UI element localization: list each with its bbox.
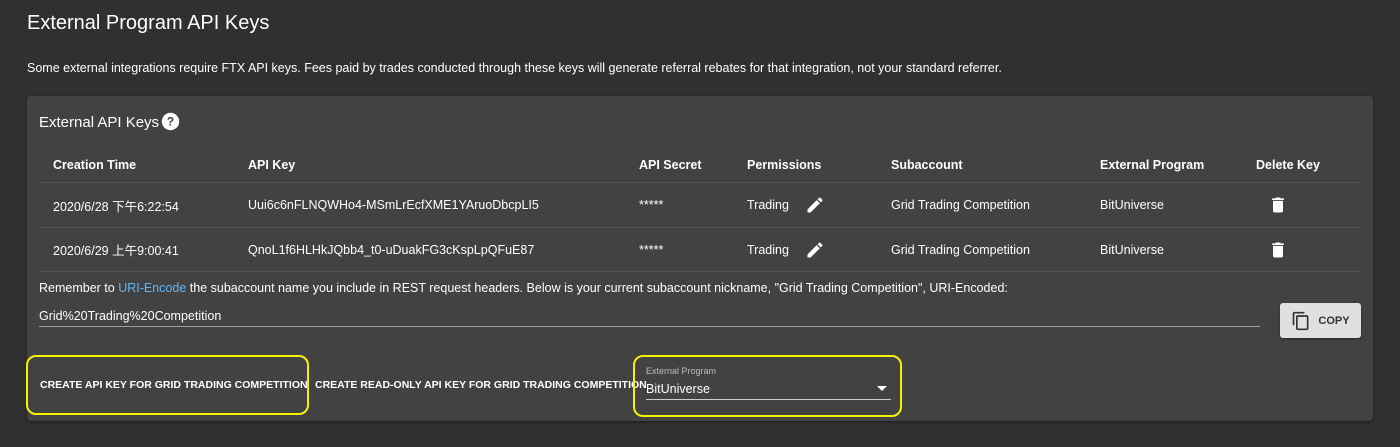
creation-time: 2020/6/29 上午9:00:41 [53,244,179,258]
external-program: BitUniverse [1100,198,1164,212]
help-circle-icon[interactable]: ? [161,112,180,131]
api-secret: ***** [639,242,664,257]
permissions: Trading [747,183,825,227]
delete-key-icon[interactable] [1268,195,1288,215]
page-intro: Some external integrations require FTX A… [27,61,1002,75]
table-row: 2020/6/29 上午9:00:41 QnoL1f6HLHkJQbb4_t0-… [40,227,1360,272]
svg-text:?: ? [167,114,174,128]
external-program-select[interactable]: BitUniverse [646,378,891,400]
column-header-delete-key: Delete Key [1256,158,1320,172]
uri-encode-link[interactable]: URI-Encode [118,281,186,295]
column-header-subaccount: Subaccount [891,158,963,172]
notice-prefix: Remember to [39,281,119,295]
subaccount: Grid Trading Competition [891,198,1030,212]
column-header-api-secret: API Secret [639,158,702,172]
column-header-permissions: Permissions [747,158,822,172]
api-secret: ***** [639,198,664,212]
delete-key-cell [1256,183,1288,227]
external-program: BitUniverse [1100,242,1164,257]
column-header-external-program: External Program [1100,158,1205,172]
notice-suffix: the subaccount name you include in REST … [186,281,1008,295]
api-key: QnoL1f6HLHkJQbb4_t0-uDuakFG3cKspLpQFuE87 [248,242,535,257]
create-api-key-button[interactable]: CREATE API KEY FOR GRID TRADING COMPETIT… [26,355,309,415]
table-row: 2020/6/28 下午6:22:54 Uui6c6nFLNQWHo4-MSmL… [40,182,1360,227]
permissions-label: Trading [747,242,789,257]
subaccount: Grid Trading Competition [891,242,1030,257]
creation-time: 2020/6/28 下午6:22:54 [53,199,179,214]
create-read-only-api-key-button[interactable]: CREATE READ-ONLY API KEY FOR GRID TRADIN… [315,355,647,415]
table-header: Creation Time API Key API Secret Permiss… [40,148,1360,182]
dropdown-arrow-icon [877,386,887,391]
delete-key-icon[interactable] [1268,240,1288,260]
edit-permissions-icon[interactable] [805,240,825,260]
permissions-label: Trading [747,198,789,212]
delete-key-cell [1256,228,1288,271]
uri-encode-notice: Remember to URI-Encode the subaccount na… [39,281,1008,295]
external-api-keys-card: External API Keys ? Creation Time API Ke… [26,96,1373,421]
copy-button[interactable]: COPY [1280,303,1361,338]
encoded-subaccount-field[interactable]: Grid%20Trading%20Competition [39,305,1260,327]
external-program-value: BitUniverse [646,382,710,396]
copy-label: COPY [1318,314,1350,327]
column-header-creation-time: Creation Time [53,158,137,172]
edit-permissions-icon[interactable] [805,195,825,215]
api-key: Uui6c6nFLNQWHo4-MSmLrEcfXME1YAruoDbcpLI5 [248,198,539,212]
permissions: Trading [747,228,825,271]
page-title: External Program API Keys [27,12,270,34]
card-title: External API Keys [39,114,160,131]
external-program-select-wrapper: External Program BitUniverse [633,355,902,417]
column-header-api-key: API Key [248,158,296,172]
external-program-label: External Program [646,366,717,376]
copy-icon [1293,311,1309,330]
